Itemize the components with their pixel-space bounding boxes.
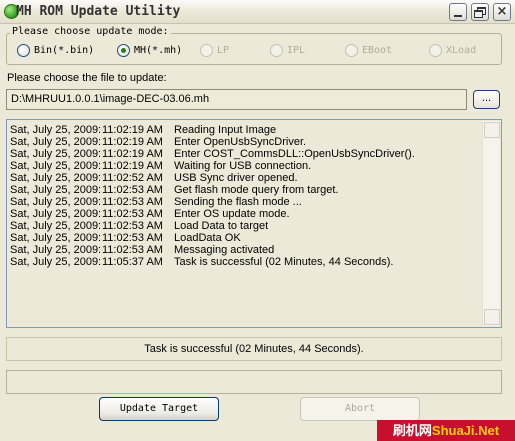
scroll-down-button[interactable] xyxy=(484,309,500,325)
scroll-up-button[interactable] xyxy=(484,122,500,138)
log-time: 11:02:53 AM xyxy=(102,196,163,208)
log-date: Sat, July 25, 2009: xyxy=(10,220,102,232)
radio-label: Bin(*.bin) xyxy=(34,45,95,56)
log-message: Load Data to target xyxy=(174,220,269,232)
log-date: Sat, July 25, 2009: xyxy=(10,160,102,172)
log-time: 11:02:19 AM xyxy=(102,160,163,172)
watermark-en: ShuaJi.Net xyxy=(431,423,500,438)
log-message: Enter COST_CommsDLL::OpenUsbSyncDriver()… xyxy=(174,148,415,160)
log-message: Enter OS update mode. xyxy=(174,208,290,220)
restore-icon-front xyxy=(474,10,483,18)
log-date: Sat, July 25, 2009: xyxy=(10,124,102,136)
close-button[interactable]: × xyxy=(493,3,511,21)
log-message: Messaging activated xyxy=(174,244,275,256)
log-time: 11:02:19 AM xyxy=(102,136,163,148)
log-date: Sat, July 25, 2009: xyxy=(10,184,102,196)
log-time: 11:02:53 AM xyxy=(102,232,163,244)
progress-bar xyxy=(6,370,502,394)
radio-label: MH(*.mh) xyxy=(134,45,183,56)
radio-dot xyxy=(270,44,283,57)
radio-dot-checked[interactable] xyxy=(117,44,130,57)
log-time: 11:02:19 AM xyxy=(102,124,163,136)
radio-dot xyxy=(429,44,442,57)
log-date: Sat, July 25, 2009: xyxy=(10,232,102,244)
status-message: Task is successful (02 Minutes, 44 Secon… xyxy=(6,337,502,361)
log-message: LoadData OK xyxy=(174,232,241,244)
log-time: 11:02:53 AM xyxy=(102,184,163,196)
log-message: Sending the flash mode ... xyxy=(174,196,302,208)
update-mode-legend: Please choose update mode: xyxy=(10,26,171,37)
radio-label: EBoot xyxy=(362,45,393,56)
window-title: MH ROM Update Utility xyxy=(16,4,181,19)
log-time: 11:02:53 AM xyxy=(102,208,163,220)
browse-button[interactable]: ... xyxy=(473,90,500,109)
title-bar[interactable]: MH ROM Update Utility × xyxy=(0,0,515,24)
log-date: Sat, July 25, 2009: xyxy=(10,196,102,208)
log-message: Get flash mode query from target. xyxy=(174,184,339,196)
log-output[interactable]: Sat, July 25, 2009: 11:02:19 AM Reading In… xyxy=(6,119,502,328)
file-path-field[interactable]: D:\MHRUU1.0.0.1\image-DEC-03.06.mh xyxy=(6,89,467,110)
log-date: Sat, July 25, 2009: xyxy=(10,244,102,256)
update-target-button[interactable]: Update Target xyxy=(99,397,219,421)
log-date: Sat, July 25, 2009: xyxy=(10,256,102,268)
radio-dot xyxy=(345,44,358,57)
close-icon: × xyxy=(496,4,508,19)
watermark-cn: 刷机网 xyxy=(392,423,432,438)
file-choose-label: Please choose the file to update: xyxy=(7,72,167,84)
radio-label: IPL xyxy=(287,45,306,56)
minimize-icon xyxy=(454,15,462,17)
radio-label: LP xyxy=(217,45,230,56)
log-date: Sat, July 25, 2009: xyxy=(10,208,102,220)
log-time: 11:02:19 AM xyxy=(102,148,163,160)
log-message: USB Sync driver opened. xyxy=(174,172,298,184)
log-time: 11:02:52 AM xyxy=(102,172,163,184)
log-message: Task is successful (02 Minutes, 44 Secon… xyxy=(174,256,394,268)
log-time: 11:02:53 AM xyxy=(102,220,163,232)
maximize-button[interactable] xyxy=(471,3,489,21)
radio-label: XLoad xyxy=(446,45,477,56)
log-time: 11:02:53 AM xyxy=(102,244,163,256)
log-message: Waiting for USB connection. xyxy=(174,160,312,172)
log-scrollbar[interactable] xyxy=(482,121,500,326)
watermark: 刷机网ShuaJi.Net xyxy=(377,420,515,441)
radio-dot xyxy=(200,44,213,57)
log-time: 11:05:37 AM xyxy=(102,256,163,268)
log-date: Sat, July 25, 2009: xyxy=(10,172,102,184)
minimize-button[interactable] xyxy=(449,3,467,21)
abort-button: Abort xyxy=(300,397,420,421)
log-date: Sat, July 25, 2009: xyxy=(10,136,102,148)
log-date: Sat, July 25, 2009: xyxy=(10,148,102,160)
log-message: Enter OpenUsbSyncDriver. xyxy=(174,136,307,148)
radio-dot[interactable] xyxy=(17,44,30,57)
log-message: Reading Input Image xyxy=(174,124,277,136)
